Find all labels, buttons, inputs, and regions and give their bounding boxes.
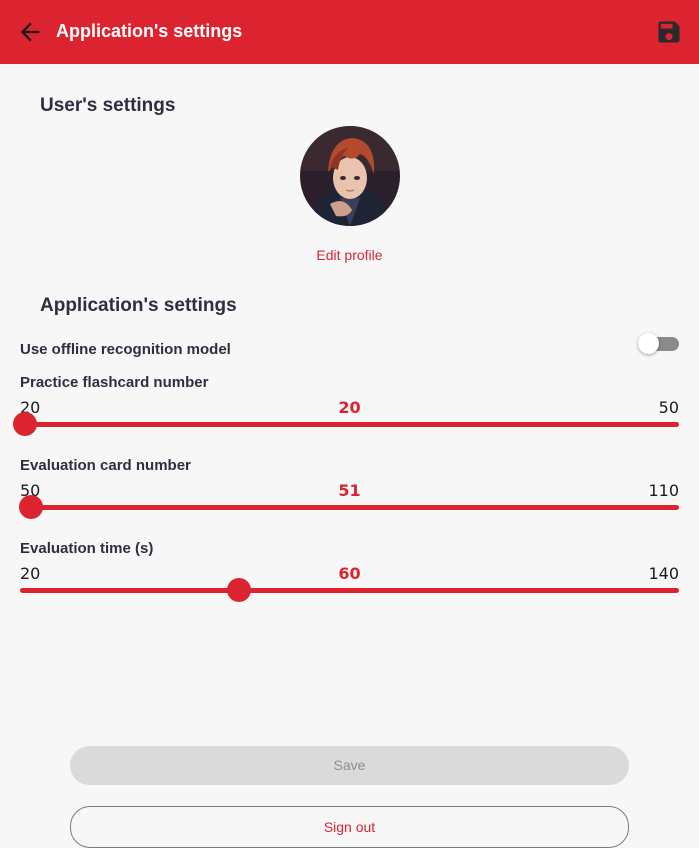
arrow-back-icon bbox=[20, 22, 40, 42]
toggle-thumb bbox=[638, 333, 659, 354]
evaluation-card-slider-thumb[interactable] bbox=[19, 495, 43, 519]
evaluation-card-slider[interactable] bbox=[19, 495, 679, 519]
sign-out-button[interactable]: Sign out bbox=[70, 806, 629, 848]
practice-flashcard-label: Practice flashcard number bbox=[20, 374, 209, 391]
evaluation-time-slider-thumb[interactable] bbox=[227, 578, 251, 602]
back-button[interactable] bbox=[16, 18, 44, 46]
edit-profile-link[interactable]: Edit profile bbox=[0, 247, 699, 263]
users-settings-heading: User's settings bbox=[40, 95, 176, 116]
avatar-image bbox=[300, 126, 400, 226]
application-settings-heading: Application's settings bbox=[40, 295, 237, 316]
app-bar-title: Application's settings bbox=[56, 21, 243, 41]
offline-model-toggle[interactable] bbox=[638, 333, 680, 355]
save-button[interactable]: Save bbox=[70, 746, 629, 785]
evaluation-time-value: 60 bbox=[338, 564, 361, 583]
evaluation-time-slider[interactable] bbox=[20, 578, 679, 602]
save-icon-button[interactable] bbox=[655, 18, 683, 46]
practice-flashcard-max: 50 bbox=[658, 398, 679, 417]
evaluation-time-max: 140 bbox=[648, 564, 679, 583]
practice-flashcard-slider[interactable] bbox=[13, 412, 679, 436]
avatar[interactable] bbox=[300, 126, 400, 226]
practice-flashcard-slider-thumb[interactable] bbox=[13, 412, 37, 436]
practice-flashcard-value: 20 bbox=[338, 398, 361, 417]
offline-model-label: Use offline recognition model bbox=[20, 341, 231, 358]
evaluation-card-value: 51 bbox=[338, 481, 361, 500]
evaluation-time-label: Evaluation time (s) bbox=[20, 540, 154, 557]
evaluation-card-label: Evaluation card number bbox=[20, 457, 191, 474]
evaluation-card-max: 110 bbox=[648, 481, 679, 500]
app-bar: Application's settings bbox=[0, 0, 699, 64]
floppy-disk-icon bbox=[658, 21, 680, 43]
